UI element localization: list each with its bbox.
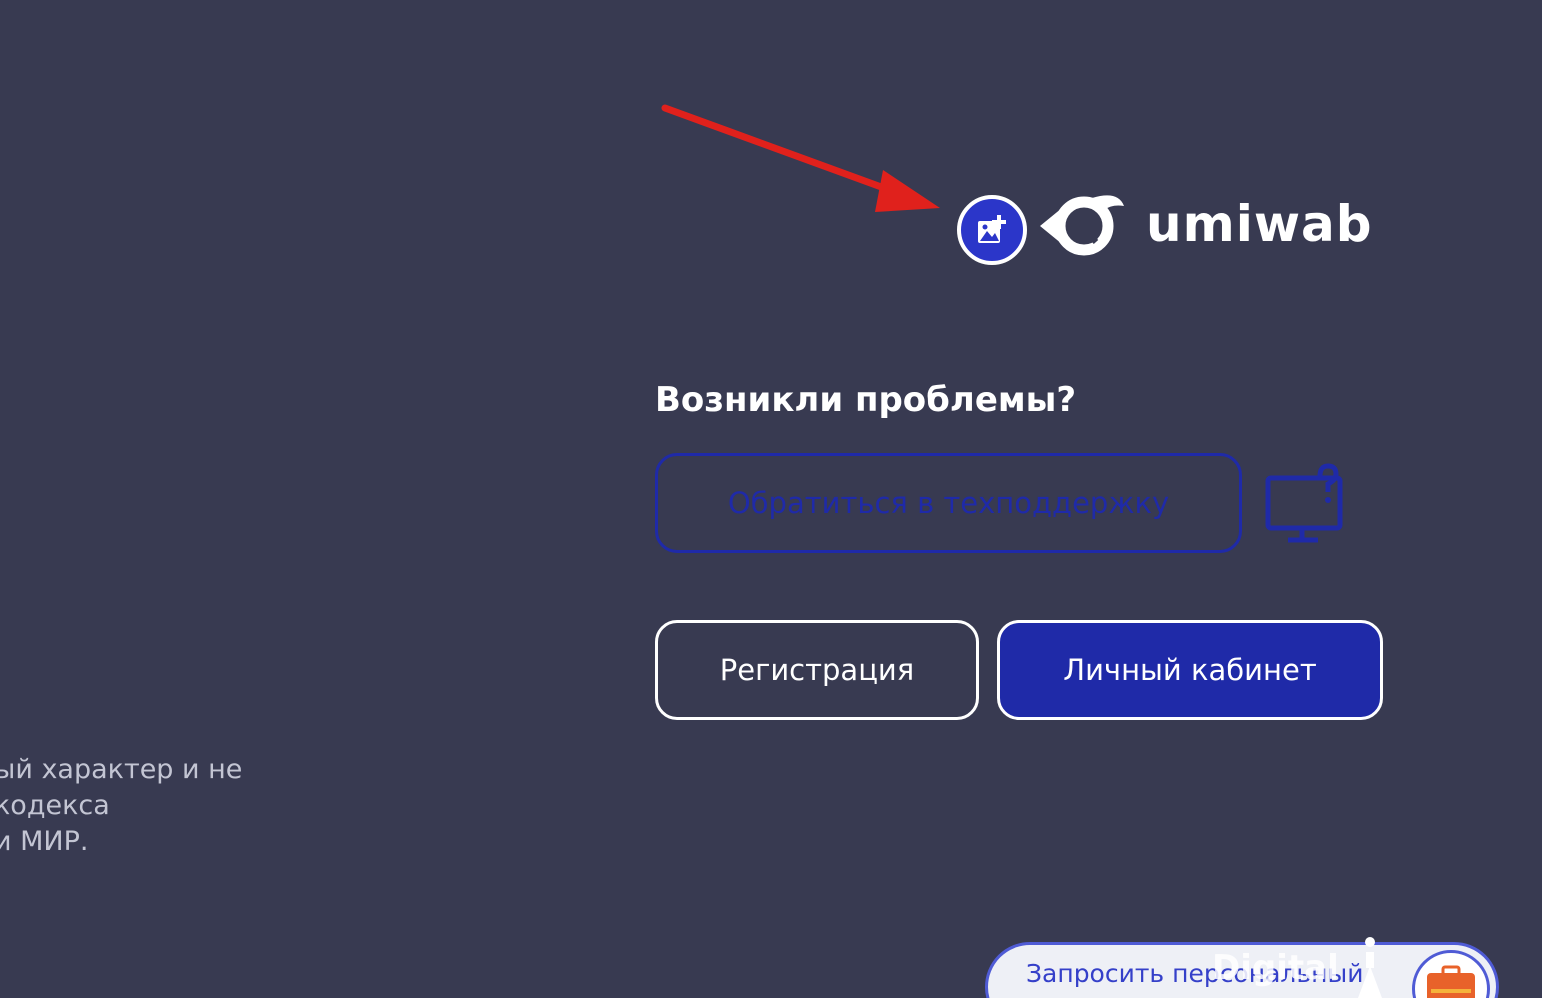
- add-image-button[interactable]: [957, 195, 1027, 265]
- personal-cabinet-button[interactable]: Личный кабинет: [997, 620, 1383, 720]
- disclaimer-line: и МИР.: [0, 826, 89, 857]
- monitor-question-icon: [1265, 463, 1343, 543]
- disclaimer-line: кодекса: [0, 790, 110, 821]
- umiwab-logo[interactable]: umiwab: [1032, 186, 1402, 262]
- logo-text: umiwab: [1146, 195, 1373, 253]
- disclaimer-text: ый характер и не кодекса и МИР.: [0, 752, 242, 860]
- logo-mark-icon: [1040, 195, 1124, 256]
- briefcase-icon: [1427, 965, 1475, 998]
- register-button[interactable]: Регистрация: [655, 620, 979, 720]
- digital-overlay-text: Digital: [1212, 948, 1339, 988]
- problems-title: Возникли проблемы?: [655, 380, 1077, 420]
- support-button[interactable]: Обратиться в техподдержку: [655, 453, 1242, 553]
- page: umiwab Возникли проблемы? Обратиться в т…: [0, 0, 1542, 998]
- add-image-icon: [978, 215, 1006, 243]
- person-icon: [1358, 937, 1382, 998]
- disclaimer-line: ый характер и не: [0, 754, 243, 785]
- annotation-arrow: [661, 104, 940, 212]
